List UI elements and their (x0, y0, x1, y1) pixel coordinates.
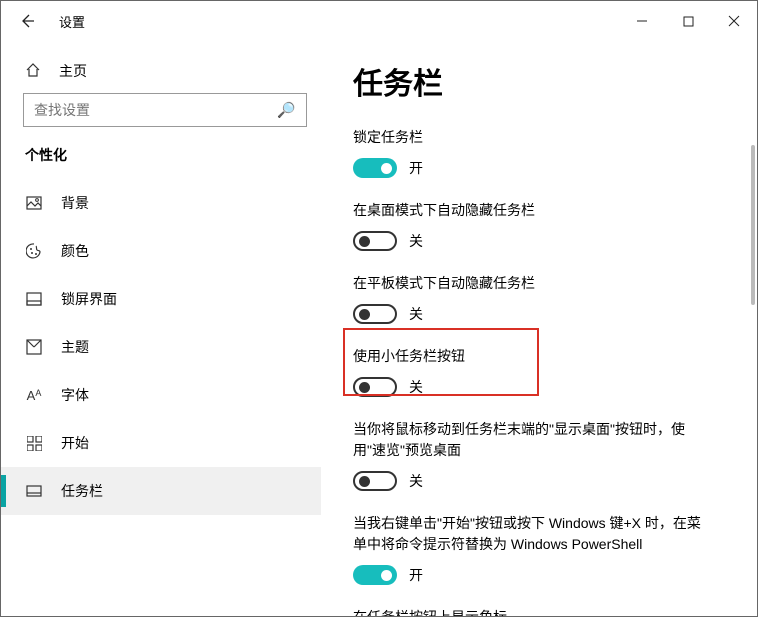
settings-window: 设置 主页 🔍 (0, 0, 758, 617)
window-title: 设置 (59, 12, 85, 31)
setting-label: 当你将鼠标移动到任务栏末端的"显示桌面"按钮时，使用"速览"预览桌面 (353, 419, 713, 461)
toggle-state-text: 开 (409, 158, 423, 178)
home-link[interactable]: 主页 (1, 51, 321, 93)
toggle-row: 开 (353, 158, 749, 178)
sidebar-item-lockscreen[interactable]: 锁屏界面 (1, 275, 321, 323)
content: 主页 🔍 个性化 背景 (1, 41, 757, 616)
search-icon: 🔍 (277, 101, 296, 119)
sidebar-item-label: 任务栏 (61, 481, 103, 501)
setting-label: 在桌面模式下自动隐藏任务栏 (353, 200, 713, 221)
setting-item: 当我右键单击"开始"按钮或按下 Windows 键+X 时，在菜单中将命令提示符… (353, 513, 749, 585)
setting-item: 使用小任务栏按钮关 (353, 346, 749, 397)
picture-icon (25, 196, 43, 210)
setting-item: 在桌面模式下自动隐藏任务栏关 (353, 200, 749, 251)
font-icon: AA (25, 388, 43, 403)
setting-item: 在平板模式下自动隐藏任务栏关 (353, 273, 749, 324)
settings-list: 锁定任务栏开在桌面模式下自动隐藏任务栏关在平板模式下自动隐藏任务栏关使用小任务栏… (353, 127, 749, 616)
setting-label: 当我右键单击"开始"按钮或按下 Windows 键+X 时，在菜单中将命令提示符… (353, 513, 713, 555)
toggle-knob (381, 570, 392, 581)
scrollbar-thumb[interactable] (751, 145, 755, 305)
close-icon (728, 15, 740, 27)
home-icon (25, 62, 41, 81)
sidebar-item-themes[interactable]: 主题 (1, 323, 321, 371)
nav: 背景 颜色 锁屏界面 (1, 179, 321, 515)
theme-icon (25, 339, 43, 355)
main-panel: 任务栏 锁定任务栏开在桌面模式下自动隐藏任务栏关在平板模式下自动隐藏任务栏关使用… (321, 41, 757, 616)
back-button[interactable] (13, 7, 41, 35)
close-button[interactable] (711, 1, 757, 41)
setting-item: 在任务栏按钮上显示角标开 (353, 607, 749, 616)
sidebar-item-fonts[interactable]: AA 字体 (1, 371, 321, 419)
minimize-button[interactable] (619, 1, 665, 41)
toggle-switch[interactable] (353, 304, 397, 324)
sidebar-item-label: 主题 (61, 337, 89, 357)
sidebar-item-label: 开始 (61, 433, 89, 453)
sidebar-item-background[interactable]: 背景 (1, 179, 321, 227)
home-label: 主页 (59, 61, 87, 81)
search-wrap: 🔍 (1, 93, 321, 145)
toggle-state-text: 关 (409, 231, 423, 251)
minimize-icon (636, 15, 648, 27)
sidebar-item-label: 锁屏界面 (61, 289, 117, 309)
toggle-row: 开 (353, 565, 749, 585)
maximize-button[interactable] (665, 1, 711, 41)
start-icon (25, 436, 43, 451)
toggle-state-text: 开 (409, 565, 423, 585)
toggle-switch[interactable] (353, 565, 397, 585)
toggle-switch[interactable] (353, 158, 397, 178)
toggle-knob (381, 163, 392, 174)
toggle-knob (359, 309, 370, 320)
setting-item: 当你将鼠标移动到任务栏末端的"显示桌面"按钮时，使用"速览"预览桌面关 (353, 419, 749, 491)
sidebar-item-label: 字体 (61, 385, 89, 405)
toggle-state-text: 关 (409, 471, 423, 491)
sidebar-item-colors[interactable]: 颜色 (1, 227, 321, 275)
sidebar-item-start[interactable]: 开始 (1, 419, 321, 467)
toggle-switch[interactable] (353, 471, 397, 491)
toggle-knob (359, 476, 370, 487)
window-controls (619, 1, 757, 41)
taskbar-icon (25, 485, 43, 497)
toggle-switch[interactable] (353, 231, 397, 251)
sidebar-item-label: 颜色 (61, 241, 89, 261)
maximize-icon (683, 16, 694, 27)
scrollbar[interactable] (749, 145, 757, 604)
section-label: 个性化 (1, 145, 321, 179)
setting-label: 锁定任务栏 (353, 127, 713, 148)
toggle-state-text: 关 (409, 377, 423, 397)
toggle-row: 关 (353, 231, 749, 251)
sidebar: 主页 🔍 个性化 背景 (1, 41, 321, 616)
page-title: 任务栏 (353, 59, 749, 103)
arrow-left-icon (19, 13, 35, 29)
toggle-row: 关 (353, 377, 749, 397)
setting-label: 使用小任务栏按钮 (353, 346, 713, 367)
toggle-knob (359, 236, 370, 247)
toggle-row: 关 (353, 304, 749, 324)
titlebar: 设置 (1, 1, 757, 41)
toggle-row: 关 (353, 471, 749, 491)
setting-label: 在任务栏按钮上显示角标 (353, 607, 713, 616)
toggle-state-text: 关 (409, 304, 423, 324)
sidebar-item-label: 背景 (61, 193, 89, 213)
search-input[interactable] (34, 102, 277, 118)
search-box[interactable]: 🔍 (23, 93, 307, 127)
palette-icon (25, 243, 43, 259)
lockscreen-icon (25, 292, 43, 306)
sidebar-item-taskbar[interactable]: 任务栏 (1, 467, 321, 515)
setting-item: 锁定任务栏开 (353, 127, 749, 178)
toggle-switch[interactable] (353, 377, 397, 397)
toggle-knob (359, 382, 370, 393)
setting-label: 在平板模式下自动隐藏任务栏 (353, 273, 713, 294)
